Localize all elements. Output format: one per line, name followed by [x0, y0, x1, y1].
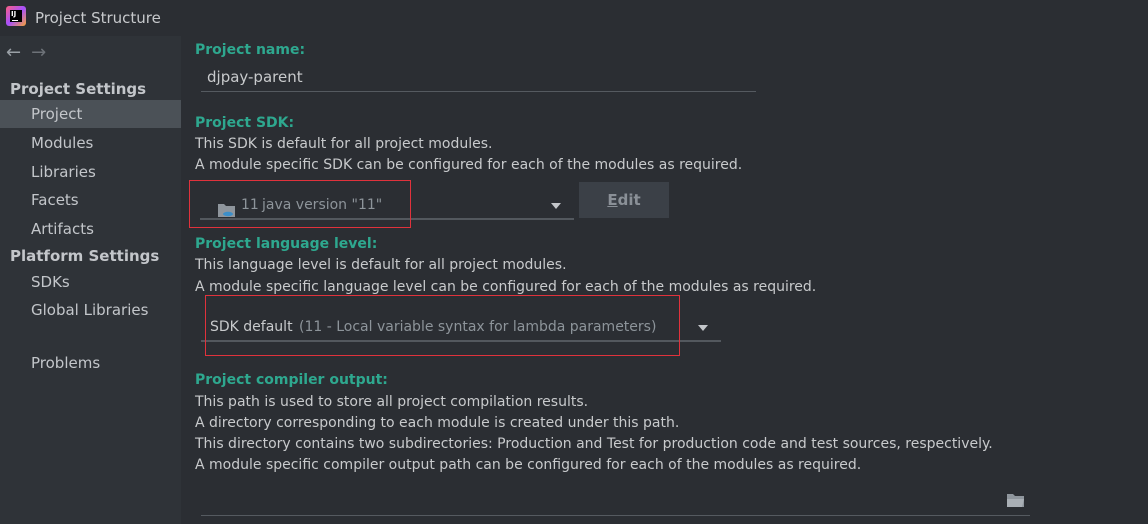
- sidebar: ← → Project Settings Project Modules Libr…: [0, 36, 181, 524]
- sidebar-item-problems[interactable]: Problems: [0, 349, 181, 377]
- project-name-label: Project name:: [195, 42, 306, 58]
- compiler-output-label: Project compiler output:: [195, 372, 388, 388]
- main-panel: Project name: djpay-parent Project SDK: …: [181, 36, 1148, 524]
- project-name-input[interactable]: djpay-parent: [201, 64, 756, 92]
- sidebar-item-global-libraries[interactable]: Global Libraries: [0, 296, 181, 324]
- back-arrow-icon[interactable]: ←: [6, 42, 21, 63]
- compiler-output-desc-4: A module specific compiler output path c…: [195, 457, 862, 473]
- browse-folder-icon[interactable]: [1006, 492, 1026, 512]
- chevron-down-icon[interactable]: [551, 203, 561, 209]
- nav-arrows: ← →: [6, 42, 56, 63]
- language-level-desc-1: This language level is default for all p…: [195, 257, 567, 273]
- compiler-output-desc-2: A directory corresponding to each module…: [195, 415, 680, 431]
- highlight-box-language-level: [205, 295, 680, 356]
- edit-sdk-button[interactable]: Edit: [579, 182, 669, 218]
- compiler-output-desc-3: This directory contains two subdirectori…: [195, 436, 993, 452]
- sidebar-item-modules[interactable]: Modules: [0, 129, 181, 157]
- project-sdk-desc-2: A module specific SDK can be configured …: [195, 157, 743, 173]
- platform-settings-header: Platform Settings: [10, 247, 160, 265]
- sidebar-item-sdks[interactable]: SDKs: [0, 268, 181, 296]
- language-level-label: Project language level:: [195, 236, 378, 252]
- language-level-desc-2: A module specific language level can be …: [195, 279, 817, 295]
- project-sdk-label: Project SDK:: [195, 115, 295, 131]
- compiler-output-desc-1: This path is used to store all project c…: [195, 394, 589, 410]
- chevron-down-icon[interactable]: [698, 325, 708, 331]
- highlight-box-sdk: [189, 180, 411, 228]
- forward-arrow-icon[interactable]: →: [31, 42, 46, 63]
- sidebar-item-libraries[interactable]: Libraries: [0, 158, 181, 186]
- sidebar-item-facets[interactable]: Facets: [0, 186, 181, 214]
- compiler-output-path-input[interactable]: [201, 486, 1030, 516]
- intellij-logo-icon: IJ: [6, 6, 26, 26]
- project-settings-header: Project Settings: [10, 80, 147, 98]
- sidebar-item-project[interactable]: Project: [0, 100, 181, 128]
- title-bar: IJ Project Structure: [0, 0, 1148, 36]
- project-sdk-desc-1: This SDK is default for all project modu…: [195, 136, 493, 152]
- sidebar-item-artifacts[interactable]: Artifacts: [0, 215, 181, 243]
- window-title: Project Structure: [35, 9, 161, 27]
